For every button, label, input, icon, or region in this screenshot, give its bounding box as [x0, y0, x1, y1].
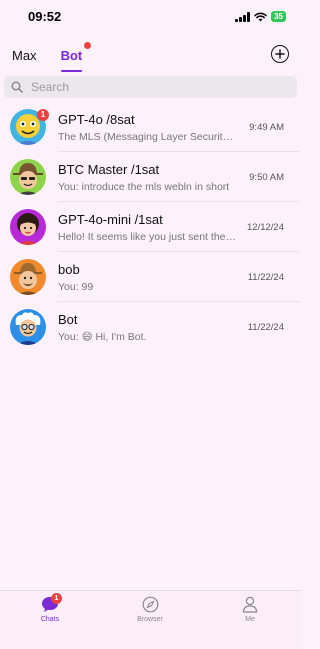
- status-bar: 09:52 35: [0, 0, 300, 34]
- chat-time: 9:50 AM: [249, 172, 284, 183]
- chat-item-gpt-4o-mini[interactable]: GPT-4o-mini /1sat Hello! It seems like y…: [0, 202, 300, 252]
- chat-time: 12/12/24: [247, 222, 284, 233]
- nav-badge: 1: [51, 593, 62, 604]
- tab-max[interactable]: Max: [12, 48, 37, 63]
- chat-name: GPT-4o /8sat: [58, 112, 135, 127]
- nav-chats[interactable]: 1 Chats: [0, 591, 100, 649]
- nav-label: Me: [245, 616, 255, 623]
- chat-preview: The MLS (Messaging Layer Security) proto…: [58, 131, 236, 143]
- nav-browser[interactable]: Browser: [100, 591, 200, 649]
- tab-notification-dot: [84, 42, 92, 49]
- chat-time: 11/22/24: [247, 322, 284, 333]
- chat-preview: You: 99: [58, 281, 94, 293]
- preview-text: Hi, I'm Bot.: [95, 331, 147, 343]
- chat-name: bob: [58, 262, 80, 277]
- wifi-icon: [254, 12, 267, 21]
- search-input[interactable]: [31, 80, 271, 94]
- red-hair-avatar: [10, 209, 46, 245]
- status-icons: 35: [235, 11, 286, 22]
- white-hair-glasses-avatar: [10, 309, 46, 345]
- tab-bot-label: Bot: [60, 48, 83, 63]
- compass-icon: [142, 596, 158, 613]
- chat-item-btc-master[interactable]: BTC Master /1sat You: introduce the mls …: [0, 152, 300, 202]
- chat-name: BTC Master /1sat: [58, 162, 160, 177]
- cellular-signal-icon: [235, 11, 251, 22]
- status-time: 09:52: [28, 9, 62, 24]
- unread-badge: 1: [37, 109, 49, 121]
- bottom-nav: 1 Chats Browser Me: [0, 590, 300, 649]
- nav-label: Browser: [137, 616, 163, 623]
- chat-preview: You: 😄 Hi, I'm Bot.: [58, 331, 236, 343]
- tab-max-label: Max: [12, 48, 37, 63]
- person-icon: [242, 596, 258, 613]
- chat-item-bot[interactable]: Bot You: 😄 Hi, I'm Bot. 11/22/24: [0, 302, 300, 352]
- add-chat-button[interactable]: [271, 45, 289, 63]
- nav-label: Chats: [40, 616, 60, 623]
- chat-item-gpt-4o[interactable]: 1 GPT-4o /8sat The MLS (Messaging Layer …: [0, 102, 300, 152]
- chat-time: 9:49 AM: [249, 122, 284, 133]
- tab-active-underline: [60, 70, 83, 72]
- chat-list: 1 GPT-4o /8sat The MLS (Messaging Layer …: [0, 102, 300, 352]
- chat-time: 11/22/24: [247, 272, 284, 283]
- chat-name: GPT-4o-mini /1sat: [58, 212, 163, 227]
- hat-man-avatar: [10, 159, 46, 195]
- cowboy-avatar: [10, 259, 46, 295]
- chat-item-bob[interactable]: bob You: 99 11/22/24: [0, 252, 300, 302]
- chat-preview: Hello! It seems like you just sent the w…: [58, 231, 236, 243]
- preview-prefix: You:: [58, 331, 79, 343]
- top-tabs: Max Bot: [12, 42, 92, 72]
- tab-bot[interactable]: Bot: [60, 42, 92, 72]
- nav-me[interactable]: Me: [200, 591, 300, 649]
- search-bar: [4, 76, 297, 98]
- search-icon: [11, 81, 23, 93]
- chat-preview: You: introduce the mls webln in short: [58, 181, 230, 193]
- battery-indicator: 35: [271, 11, 286, 22]
- smile-emoji-icon: 😄: [81, 331, 93, 343]
- plus-icon: [275, 49, 285, 59]
- chat-name: Bot: [58, 312, 78, 327]
